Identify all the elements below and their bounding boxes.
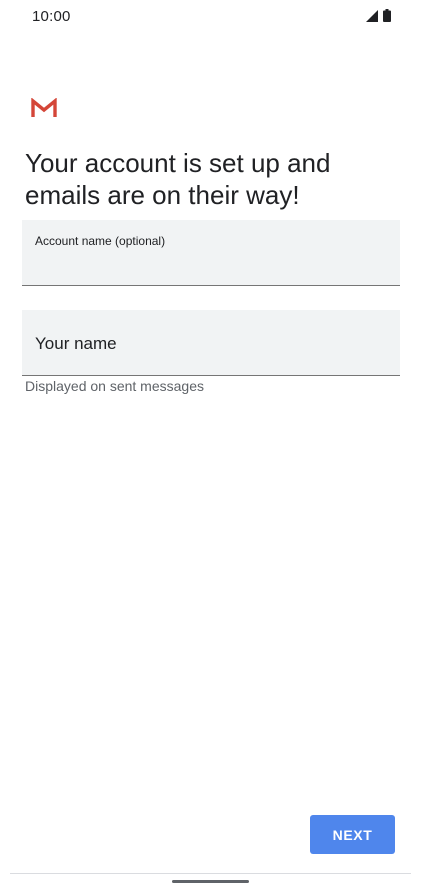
your-name-input[interactable] (35, 330, 388, 358)
your-name-helper-text: Displayed on sent messages (25, 378, 204, 394)
gmail-logo-icon (31, 97, 57, 118)
bottom-divider (10, 873, 411, 874)
status-bar: 10:00 (0, 0, 421, 36)
signal-icon (366, 9, 378, 27)
account-name-label: Account name (optional) (35, 234, 166, 248)
home-indicator[interactable] (172, 880, 249, 883)
page-title: Your account is set up and emails are on… (25, 148, 331, 210)
next-button[interactable]: NEXT (310, 815, 395, 854)
account-name-input[interactable] (35, 255, 388, 279)
battery-icon (383, 9, 391, 27)
status-time: 10:00 (32, 8, 71, 25)
account-name-field[interactable]: Account name (optional) (22, 220, 400, 286)
your-name-field[interactable] (22, 310, 400, 376)
status-icons (366, 9, 391, 27)
